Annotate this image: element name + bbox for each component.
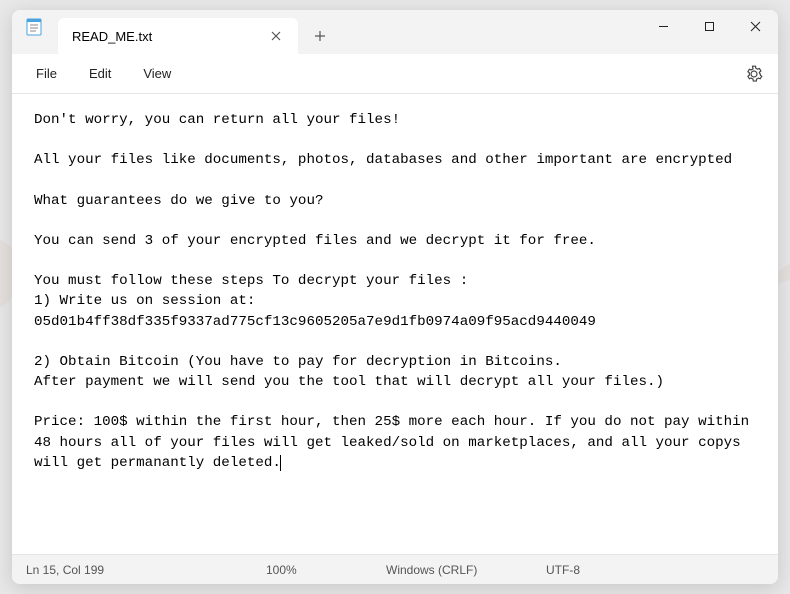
tab-title: READ_ME.txt xyxy=(72,29,256,44)
minimize-button[interactable] xyxy=(640,10,686,42)
menu-file[interactable]: File xyxy=(20,60,73,87)
tab-close-button[interactable] xyxy=(264,24,288,48)
notepad-window: READ_ME.txt File Edit View xyxy=(12,10,778,584)
gear-icon xyxy=(745,65,763,83)
tab-active[interactable]: READ_ME.txt xyxy=(58,18,298,54)
titlebar: READ_ME.txt xyxy=(12,10,778,54)
window-controls xyxy=(640,10,778,54)
menu-edit[interactable]: Edit xyxy=(73,60,127,87)
status-line-ending[interactable]: Windows (CRLF) xyxy=(386,563,546,577)
document-text: Don't worry, you can return all your fil… xyxy=(34,112,758,471)
menu-view[interactable]: View xyxy=(127,60,187,87)
status-cursor-position: Ln 15, Col 199 xyxy=(26,563,266,577)
close-button[interactable] xyxy=(732,10,778,42)
notepad-app-icon xyxy=(24,17,44,37)
status-zoom[interactable]: 100% xyxy=(266,563,386,577)
text-cursor xyxy=(280,455,281,471)
settings-button[interactable] xyxy=(738,58,770,90)
text-editor-area[interactable]: Don't worry, you can return all your fil… xyxy=(12,94,778,554)
statusbar: Ln 15, Col 199 100% Windows (CRLF) UTF-8 xyxy=(12,554,778,584)
status-encoding[interactable]: UTF-8 xyxy=(546,563,620,577)
maximize-button[interactable] xyxy=(686,10,732,42)
menubar: File Edit View xyxy=(12,54,778,94)
new-tab-button[interactable] xyxy=(302,18,338,54)
